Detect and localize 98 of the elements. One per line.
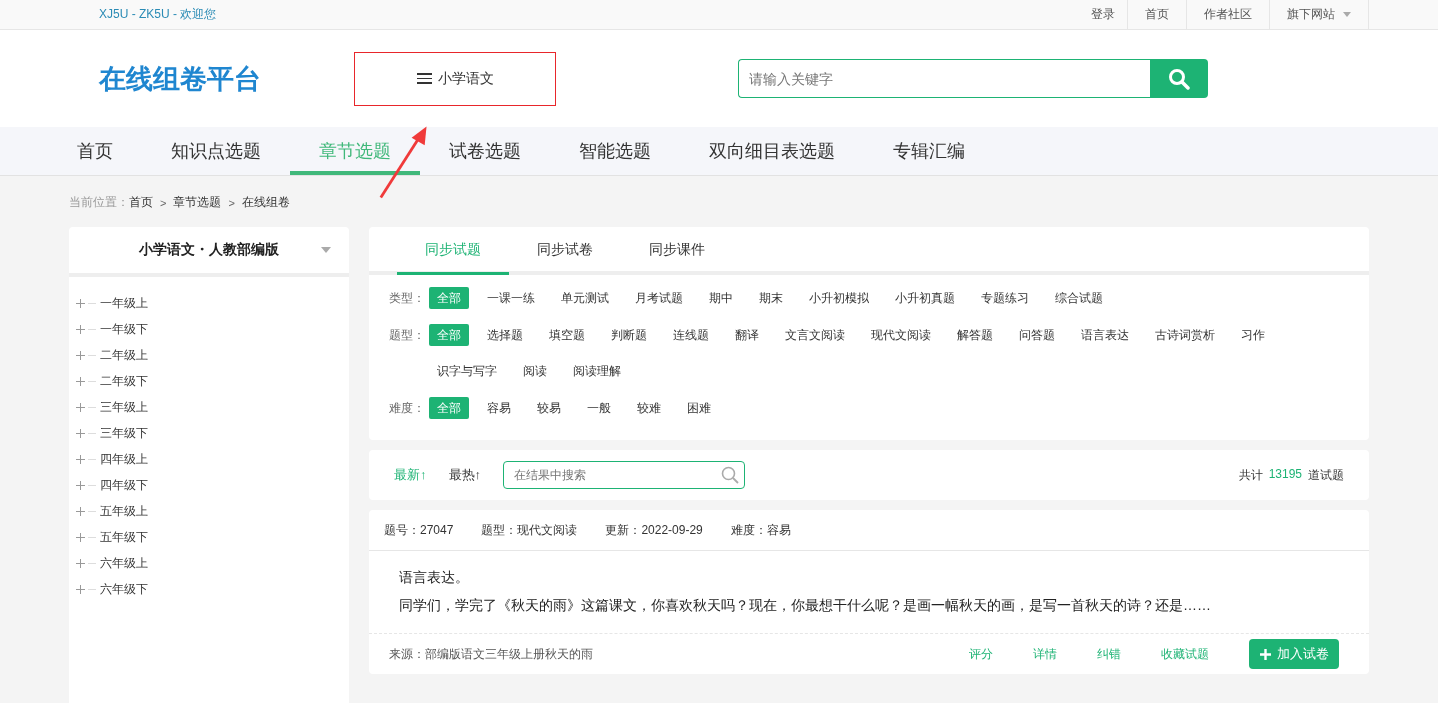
filter-option[interactable]: 解答题 [949, 324, 1001, 346]
filter-option[interactable]: 填空题 [541, 324, 593, 346]
plus-icon [1259, 648, 1271, 660]
breadcrumb-separator: > [227, 196, 236, 209]
search-button[interactable] [1150, 59, 1208, 98]
question-meta: 更新：2022-09-29 [605, 521, 703, 539]
filter-option[interactable]: 问答题 [1011, 324, 1063, 346]
tree-item[interactable]: 一年级下 [100, 320, 148, 338]
filter-option[interactable]: 语言表达 [1073, 324, 1137, 346]
question-text: 语言表达。 [399, 568, 470, 587]
tree-item[interactable]: 五年级下 [100, 528, 148, 546]
question-text: 同学们，学完了《秋天的雨》这篇课文，你喜欢秋天吗？现在，你最想干什么呢？是画一幅秋天的画，是写一首秋天的诗？还是…… [399, 596, 1212, 615]
sort-link[interactable]: 最热↑ [448, 466, 481, 484]
breadcrumb-link[interactable]: 在线组卷 [241, 194, 290, 211]
filter-option[interactable]: 困难 [679, 397, 719, 419]
tree-item[interactable]: 三年级上 [100, 398, 148, 416]
nav-tab[interactable]: 试卷选题 [420, 131, 550, 175]
expand-icon[interactable] [75, 297, 86, 309]
filter-option[interactable]: 判断题 [603, 324, 655, 346]
filter-option[interactable]: 连线题 [665, 324, 717, 346]
filter-option[interactable]: 阅读理解 [565, 360, 629, 382]
filter-option[interactable]: 小升初真题 [887, 287, 963, 309]
total-label: 道试题 [1308, 466, 1344, 484]
breadcrumb-link[interactable]: 首页 [129, 194, 153, 211]
textbook-selector[interactable]: 小学语文・人教部编版 [69, 227, 349, 277]
nav-tab[interactable]: 首页 [77, 131, 142, 175]
question-meta: 题型：现代文阅读 [481, 521, 578, 539]
filter-option[interactable]: 习作 [1233, 324, 1273, 346]
filter-option[interactable]: 古诗词赏析 [1147, 324, 1223, 346]
tree-item[interactable]: 三年级下 [100, 424, 148, 442]
question-meta: 题号：27047 [384, 521, 454, 539]
tree-item[interactable]: 五年级上 [100, 502, 148, 520]
filter-option[interactable]: 阅读 [515, 360, 555, 382]
filter-option[interactable]: 期中 [701, 287, 741, 309]
filter-option[interactable]: 容易 [479, 397, 519, 419]
search-icon [721, 466, 739, 484]
nav-tab[interactable]: 智能选题 [550, 131, 680, 175]
expand-icon[interactable] [75, 349, 86, 361]
filter-option[interactable]: 翻译 [727, 324, 767, 346]
total-count: 13195 [1268, 466, 1302, 483]
nav-tab[interactable]: 双向细目表选题 [680, 131, 864, 175]
expand-icon[interactable] [75, 505, 86, 517]
filter-option[interactable]: 综合试题 [1047, 287, 1111, 309]
caret-icon [321, 247, 331, 253]
tree-item[interactable]: 二年级上 [100, 346, 148, 364]
expand-icon[interactable] [75, 375, 86, 387]
filter-option[interactable]: 期末 [751, 287, 791, 309]
search-field[interactable]: 请输入关键字 [738, 59, 1150, 98]
caret-icon [1343, 12, 1351, 17]
tree-item[interactable]: 六年级下 [100, 580, 148, 598]
nav-tab[interactable]: 知识点选题 [142, 131, 290, 175]
filter-option[interactable]: 选择题 [479, 324, 531, 346]
expand-icon[interactable] [75, 479, 86, 491]
question-source: 来源：部编版语文三年级上册秋天的雨 [389, 645, 593, 663]
filter-option[interactable]: 识字与写字 [429, 360, 505, 382]
search-icon [1168, 67, 1190, 90]
filter-option[interactable]: 较难 [629, 397, 669, 419]
tree-item[interactable]: 六年级上 [100, 554, 148, 572]
tree-item[interactable]: 四年级上 [100, 450, 148, 468]
expand-icon[interactable] [75, 323, 86, 335]
expand-icon[interactable] [75, 557, 86, 569]
subject-menu-button[interactable]: 小学语文 [354, 51, 556, 106]
filter-option[interactable]: 较易 [529, 397, 569, 419]
result-search-field[interactable]: 在结果中搜索 [503, 461, 745, 489]
site-logo[interactable]: 在线组卷平台 [99, 60, 354, 97]
content-tab[interactable]: 同步试卷 [509, 227, 621, 275]
filter-option[interactable]: 专题练习 [973, 287, 1037, 309]
welcome-text: XJ5U - ZK5U - 欢迎您 [99, 6, 217, 23]
breadcrumb-link[interactable]: 章节选题 [173, 194, 222, 211]
expand-icon[interactable] [75, 531, 86, 543]
filter-option[interactable]: 月考试题 [627, 287, 691, 309]
expand-icon[interactable] [75, 401, 86, 413]
expand-icon[interactable] [75, 427, 86, 439]
expand-icon[interactable] [75, 453, 86, 465]
tree-item[interactable]: 四年级下 [100, 476, 148, 494]
nav-tab[interactable]: 专辑汇编 [864, 131, 994, 175]
top-link[interactable]: 登录 [1074, 0, 1128, 29]
menu-icon [416, 73, 432, 84]
top-link[interactable]: 旗下网站 [1270, 0, 1369, 29]
tree-item[interactable]: 二年级下 [100, 372, 148, 390]
filter-option[interactable]: 小升初模拟 [801, 287, 877, 309]
content-tab[interactable]: 同步课件 [621, 227, 733, 275]
filter-option[interactable]: 单元测试 [553, 287, 617, 309]
top-link[interactable]: 首页 [1128, 0, 1187, 29]
filter-label: 类型： [389, 290, 426, 307]
filter-option[interactable]: 现代文阅读 [863, 324, 939, 346]
top-link[interactable]: 作者社区 [1187, 0, 1270, 29]
breadcrumb-separator: > [159, 196, 168, 209]
filter-option[interactable]: 一课一练 [479, 287, 543, 309]
expand-icon[interactable] [75, 583, 86, 595]
filter-label: 难度： [389, 400, 426, 417]
total-label: 共计 [1238, 466, 1263, 484]
breadcrumb-label: 当前位置： [69, 194, 129, 211]
question-meta: 难度：容易 [730, 521, 791, 539]
filter-option[interactable]: 文言文阅读 [777, 324, 853, 346]
filter-option[interactable]: 一般 [579, 397, 619, 419]
tree-item[interactable]: 一年级上 [100, 294, 148, 312]
filter-label: 题型： [389, 327, 426, 344]
